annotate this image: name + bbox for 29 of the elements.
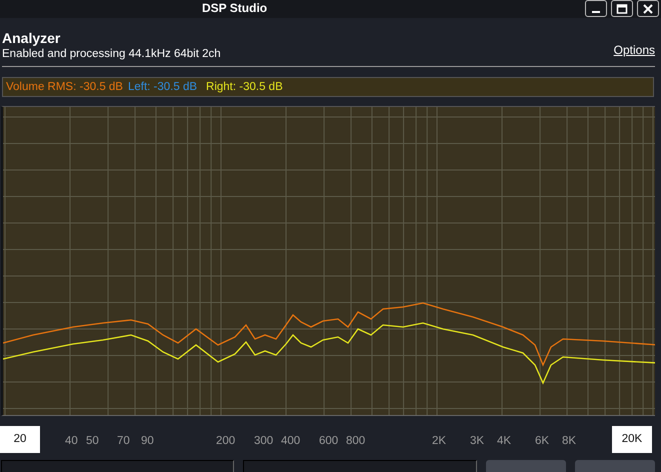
minimize-icon	[592, 10, 600, 12]
panel-title: Analyzer	[2, 30, 62, 46]
status-text: Enabled and processing 44.1kHz 64bit 2ch	[2, 47, 221, 62]
frequency-label: 3K	[470, 435, 484, 447]
range-field[interactable]: 20K	[612, 426, 652, 453]
maximize-icon	[616, 2, 628, 14]
maximize-button[interactable]	[611, 0, 633, 17]
frequency-label: 400	[281, 435, 300, 447]
frequency-label: 2K	[432, 435, 446, 447]
frequency-label: 6K	[535, 435, 550, 447]
frequency-label: 800	[346, 435, 366, 447]
level-reading: Right: -30.5 dB	[206, 81, 283, 93]
frequency-label: 40	[65, 435, 78, 447]
frequency-label: 4K	[497, 435, 512, 447]
frequency-label: 70	[117, 435, 130, 447]
range-field[interactable]: 20	[0, 426, 40, 453]
frequency-label: 200	[216, 435, 236, 447]
close-icon	[642, 2, 654, 14]
frequency-label: 50	[86, 435, 99, 447]
minimize-button[interactable]	[585, 0, 607, 17]
level-reading: Volume RMS: -30.5 dB	[6, 81, 123, 93]
window-title: DSP Studio	[202, 0, 268, 16]
frequency-label: 300	[254, 435, 274, 447]
frequency-label: 600	[319, 435, 338, 447]
level-reading: Left: -30.5 dB	[128, 81, 198, 93]
frequency-label: 8K	[562, 435, 576, 447]
close-button[interactable]	[637, 0, 659, 17]
options-link[interactable]: Options	[614, 42, 655, 62]
frequency-label: 90	[141, 435, 154, 447]
